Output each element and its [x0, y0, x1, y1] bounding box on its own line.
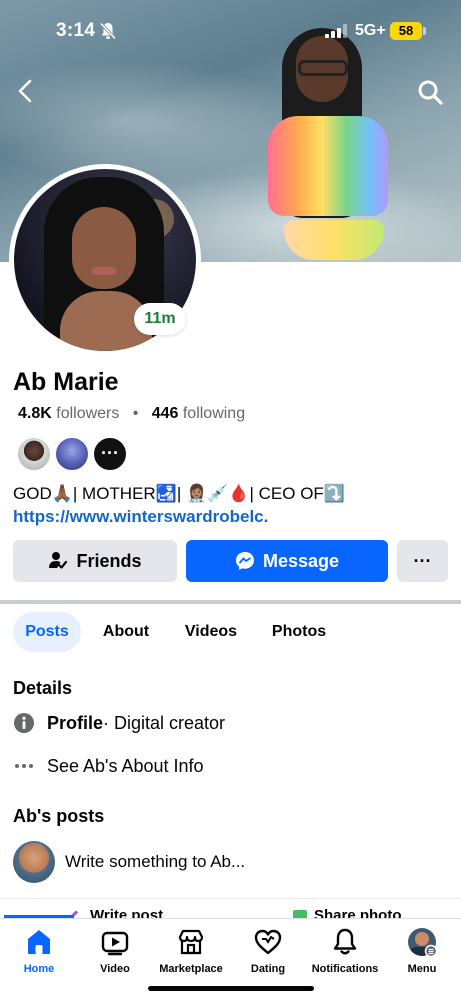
composer-placeholder[interactable]: Write something to Ab... [65, 852, 245, 872]
friends-label: Friends [76, 550, 142, 571]
friends-check-icon [49, 552, 68, 569]
profile-detail-row: Profile · Digital creator [13, 710, 225, 736]
profile-detail-label: Profile [47, 712, 104, 733]
profile-detail-value: · Digital creator [103, 712, 226, 733]
tab-videos[interactable]: Videos [176, 612, 246, 652]
info-icon [13, 712, 35, 734]
marketplace-icon [178, 929, 204, 955]
battery-indicator: 58 [390, 22, 422, 40]
nav-video[interactable]: Video [76, 927, 154, 975]
user-avatar [13, 841, 55, 883]
profile-name: Ab Marie [13, 368, 119, 396]
signal-icon [325, 24, 347, 38]
followers-count: 4.8K [18, 405, 52, 422]
more-dots-icon [13, 755, 35, 777]
share-photo-button[interactable]: Share photo [292, 907, 402, 918]
stats-separator: • [123, 405, 148, 422]
nav-notifications[interactable]: Notifications [306, 927, 384, 975]
bio-text: GOD🙏🏾| MOTHER🛃| 👩🏽‍⚕️💉🩸| CEO OF⤵️ [13, 484, 345, 503]
tab-photos[interactable]: Photos [264, 612, 334, 652]
write-post-button[interactable]: Write post [68, 907, 163, 918]
friends-button[interactable]: Friends [13, 540, 177, 582]
nav-dating[interactable]: Dating [229, 927, 307, 975]
bell-icon [333, 928, 357, 955]
tab-about[interactable]: About [96, 612, 156, 652]
heart-icon [254, 929, 282, 955]
posts-title: Ab's posts [13, 806, 105, 826]
nav-menu[interactable]: Menu [383, 927, 461, 975]
home-icon [28, 930, 50, 954]
message-label: Message [262, 550, 340, 571]
silent-bell-icon [100, 22, 116, 40]
see-about-row[interactable]: See Ab's About Info [13, 753, 204, 779]
cover-wave [0, 60, 300, 180]
status-bar: 3:14 5G+ 58 [0, 0, 461, 62]
following-label: following [182, 405, 246, 422]
network-label: 5G+ [355, 22, 386, 39]
mutual-avatar[interactable] [54, 436, 90, 472]
more-options-button[interactable]: ··· [397, 540, 448, 582]
bio-link[interactable]: https://www.winterswardrobelc. [13, 507, 268, 527]
photo-icon [293, 909, 307, 918]
mutual-friends[interactable]: ··· [16, 436, 136, 472]
search-icon[interactable] [416, 78, 444, 106]
details-title: Details [13, 678, 73, 698]
home-indicator [148, 986, 314, 991]
more-mutuals-button[interactable]: ··· [92, 436, 128, 472]
back-chevron-icon[interactable] [12, 76, 40, 106]
mutual-avatar[interactable] [16, 436, 52, 472]
messenger-icon [235, 552, 254, 570]
profile-tabs: Posts About Videos Photos [0, 612, 461, 652]
battery-tip [423, 27, 426, 35]
followers-label: followers [56, 405, 120, 422]
following-count: 446 [151, 405, 179, 422]
follow-stats[interactable]: 4.8K followers • 446 following [18, 405, 245, 423]
nav-marketplace[interactable]: Marketplace [152, 927, 230, 975]
see-about-label: See Ab's About Info [47, 755, 204, 776]
message-button[interactable]: Message [186, 540, 388, 582]
story-time-badge: 11m [134, 303, 186, 335]
status-time: 3:14 [56, 20, 96, 41]
nav-home[interactable]: Home [0, 927, 78, 975]
tab-posts[interactable]: Posts [13, 612, 81, 652]
video-icon [101, 931, 129, 956]
section-divider [0, 600, 461, 604]
avatar-icon [408, 928, 437, 957]
post-composer[interactable]: Write something to Ab... [13, 840, 453, 884]
